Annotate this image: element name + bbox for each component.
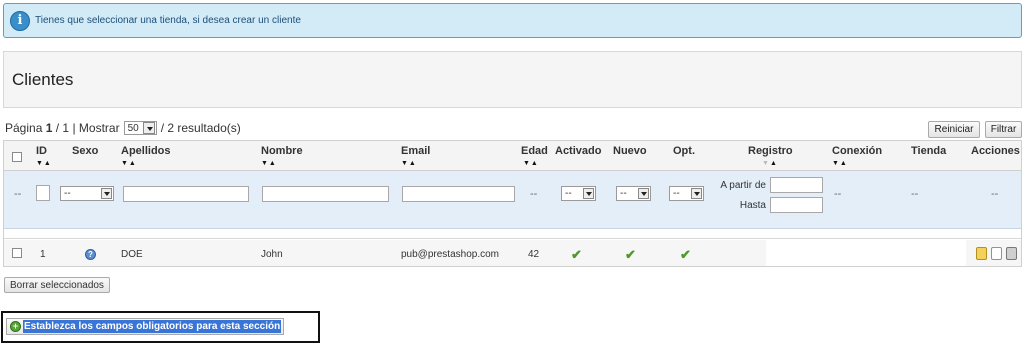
sort-firstname[interactable]: ▼▲ <box>261 160 277 167</box>
page-label: Página <box>5 121 43 135</box>
sort-connection[interactable]: ▼▲ <box>832 160 848 167</box>
filter-email-input[interactable] <box>402 186 515 202</box>
row-checkbox[interactable] <box>12 248 22 258</box>
chevron-down-icon <box>142 122 155 134</box>
delete-icon[interactable] <box>1006 247 1017 260</box>
table-header: ID ▼▲ Sexo Apellidos ▼▲ Nombre ▼▲ Email … <box>4 141 1021 171</box>
per-page-select[interactable]: 50 <box>123 121 157 135</box>
filter-optin-select[interactable]: -- <box>669 186 704 201</box>
filter-new-value: -- <box>620 188 627 199</box>
add-icon: + <box>10 321 21 332</box>
reset-button[interactable]: Reiniciar <box>928 121 980 138</box>
sort-age[interactable]: ▼▲ <box>523 160 539 167</box>
required-fields-button[interactable]: + Establezca los campos obligatorios par… <box>6 318 285 335</box>
view-icon[interactable] <box>991 247 1002 260</box>
filter-date-from-input[interactable] <box>770 177 823 193</box>
column-header-registration[interactable]: Registro <box>748 145 793 157</box>
column-header-new: Nuevo <box>613 145 647 157</box>
column-header-id[interactable]: ID <box>36 145 47 157</box>
results-count: / 2 resultado(s) <box>160 121 241 135</box>
chevron-down-icon <box>583 188 594 199</box>
row-lastname: DOE <box>121 249 143 260</box>
row-firstname: John <box>261 249 283 260</box>
column-header-connection[interactable]: Conexión <box>832 145 882 157</box>
sort-id[interactable]: ▼▲ <box>36 160 52 167</box>
column-header-optin: Opt. <box>673 145 695 157</box>
filter-row: -- -- -- -- -- -- A partir de Hasta -- -… <box>4 171 1021 229</box>
row-blank-area <box>766 240 966 266</box>
question-icon: ? <box>85 249 96 260</box>
chevron-down-icon <box>638 188 649 199</box>
column-header-active: Activado <box>555 145 602 157</box>
chevron-down-icon <box>101 188 112 199</box>
row-id: 1 <box>40 249 46 260</box>
sort-lastname[interactable]: ▼▲ <box>121 160 137 167</box>
page-title: Clientes <box>12 69 74 89</box>
column-header-email[interactable]: Email <box>401 145 430 157</box>
filter-sex-value: -- <box>64 188 71 199</box>
filter-date-to-input[interactable] <box>770 197 823 213</box>
row-age: 42 <box>528 249 540 260</box>
filter-dash: -- <box>14 188 22 200</box>
pagination-separator: | <box>72 121 76 135</box>
filter-active-value: -- <box>565 188 572 199</box>
filter-shop-dash: -- <box>911 188 919 200</box>
row-email: pub@prestashop.com <box>401 249 499 260</box>
filter-to-label: Hasta <box>739 200 766 211</box>
filter-from-label: A partir de <box>720 180 766 191</box>
filter-firstname-input[interactable] <box>262 186 389 202</box>
column-header-shop: Tienda <box>911 145 947 157</box>
delete-selected-button[interactable]: Borrar seleccionados <box>4 277 110 293</box>
new-check-icon: ✔ <box>625 247 636 262</box>
column-header-actions: Acciones <box>971 145 1020 157</box>
column-header-lastname[interactable]: Apellidos <box>121 145 171 157</box>
per-page-value: 50 <box>127 122 139 134</box>
info-alert-text: Tienes que seleccionar una tienda, si de… <box>35 15 301 26</box>
title-panel: Clientes <box>3 51 1022 108</box>
chevron-down-icon <box>691 188 702 199</box>
filter-optin-value: -- <box>673 188 680 199</box>
sort-email[interactable]: ▼▲ <box>401 160 417 167</box>
table-spacer <box>4 229 1021 239</box>
column-header-sex: Sexo <box>72 145 99 157</box>
required-fields-label: Establezca los campos obligatorios para … <box>23 320 282 333</box>
filter-button[interactable]: Filtrar <box>985 121 1022 138</box>
active-check-icon[interactable]: ✔ <box>571 247 582 263</box>
column-header-firstname[interactable]: Nombre <box>261 145 303 157</box>
filter-active-select[interactable]: -- <box>561 186 596 201</box>
select-all-checkbox[interactable] <box>12 152 22 162</box>
optin-check-icon[interactable]: ✔ <box>680 247 691 263</box>
sort-registration[interactable]: ▼▲ <box>762 160 778 167</box>
info-alert: i Tienes que seleccionar una tienda, si … <box>3 3 1022 38</box>
filter-actions-dash: -- <box>991 188 999 200</box>
pagination: Página 1 / 1 | Mostrar 50 / 2 resultado(… <box>5 121 241 135</box>
filter-lastname-input[interactable] <box>123 186 249 202</box>
filter-sex-select[interactable]: -- <box>60 186 114 201</box>
current-page: 1 <box>45 121 53 135</box>
edit-icon[interactable] <box>976 247 987 260</box>
filter-connection-dash: -- <box>834 188 842 200</box>
column-header-age[interactable]: Edad <box>521 145 548 157</box>
filter-id-input[interactable] <box>36 185 50 201</box>
info-icon: i <box>10 10 30 31</box>
filter-new-select[interactable]: -- <box>616 186 651 201</box>
total-pages: / 1 <box>55 121 70 135</box>
filter-age-dash: -- <box>530 188 538 200</box>
customers-table: ID ▼▲ Sexo Apellidos ▼▲ Nombre ▼▲ Email … <box>3 140 1022 267</box>
show-label: Mostrar <box>78 121 120 135</box>
